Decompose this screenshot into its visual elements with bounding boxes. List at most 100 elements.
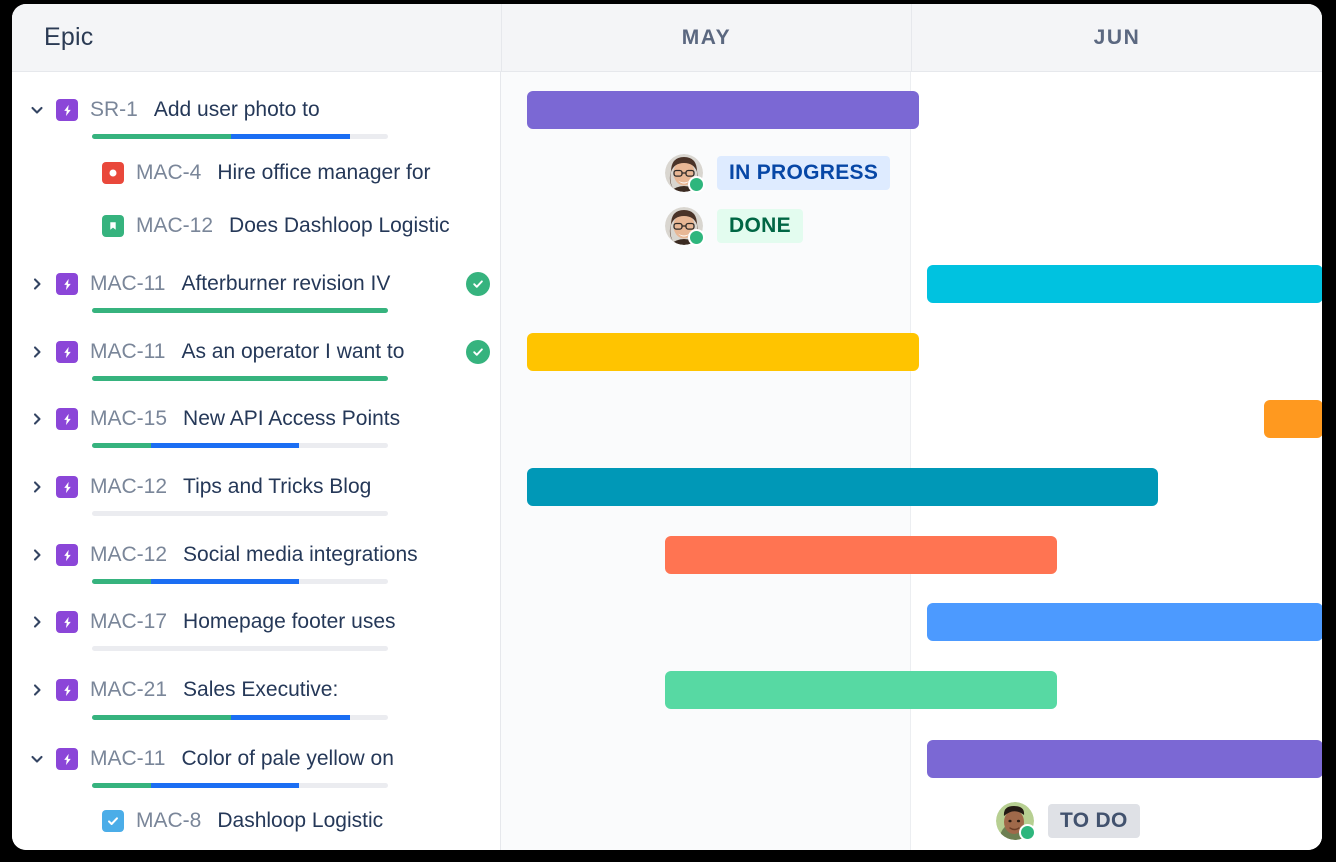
- issue-key[interactable]: MAC-11: [90, 340, 165, 364]
- timeline-bar[interactable]: [927, 603, 1322, 641]
- progress-segment-done: [92, 715, 232, 720]
- issue-summary[interactable]: Color of pale yellow on: [181, 747, 393, 771]
- timeline-pane[interactable]: IN PROGRESS DONE TO DO: [501, 72, 1322, 850]
- issue-summary[interactable]: Hire office manager for: [217, 161, 430, 185]
- issue-key[interactable]: MAC-12: [136, 214, 213, 238]
- issue-key[interactable]: SR-1: [90, 98, 138, 122]
- timeline-status-row: IN PROGRESS: [665, 154, 891, 193]
- issue-summary[interactable]: Social media integrations: [183, 543, 418, 567]
- child-issue-row[interactable]: MAC-8 Dashloop Logistic: [12, 806, 383, 836]
- avatar[interactable]: [665, 207, 705, 246]
- epic-progress-bar: [92, 511, 388, 516]
- issue-key[interactable]: MAC-15: [90, 407, 167, 431]
- issue-summary[interactable]: Sales Executive:: [183, 678, 338, 702]
- issue-key[interactable]: MAC-8: [136, 809, 201, 833]
- progress-segment-done: [92, 579, 152, 584]
- chevron-right-icon[interactable]: [26, 476, 48, 498]
- epic-row[interactable]: MAC-12 Tips and Tricks Blog: [12, 472, 371, 502]
- progress-segment-done: [92, 443, 152, 448]
- issue-summary[interactable]: Homepage footer uses: [183, 610, 395, 634]
- issue-key[interactable]: MAC-21: [90, 678, 167, 702]
- avatar[interactable]: [665, 154, 705, 193]
- epic-row[interactable]: MAC-11 As an operator I want to: [12, 337, 404, 367]
- issue-summary[interactable]: Add user photo to: [154, 98, 320, 122]
- child-indent-spacer: [80, 810, 102, 832]
- issue-summary[interactable]: Afterburner revision IV: [181, 272, 390, 296]
- epic-progress-bar: [92, 715, 388, 720]
- progress-segment-inprogress: [231, 134, 350, 139]
- status-badge[interactable]: DONE: [717, 209, 803, 243]
- epic-row[interactable]: MAC-17 Homepage footer uses: [12, 607, 396, 637]
- bug-icon: [102, 162, 124, 184]
- issue-summary[interactable]: Tips and Tricks Blog: [183, 475, 371, 499]
- task-icon: [102, 810, 124, 832]
- epic-progress-bar: [92, 134, 388, 139]
- child-indent-spacer: [80, 215, 102, 237]
- issue-summary[interactable]: Dashloop Logistic: [217, 809, 383, 833]
- month-label-may: MAY: [681, 25, 732, 49]
- issue-key[interactable]: MAC-11: [90, 272, 165, 296]
- month-label-jun: JUN: [1093, 25, 1141, 49]
- timeline-bar[interactable]: [527, 333, 919, 371]
- status-badge[interactable]: TO DO: [1048, 804, 1140, 838]
- issue-key[interactable]: MAC-12: [90, 543, 167, 567]
- epic-progress-bar: [92, 376, 388, 381]
- epic-row[interactable]: MAC-12 Social media integrations: [12, 540, 418, 570]
- presence-online-indicator: [688, 176, 705, 193]
- timeline-bar[interactable]: [527, 468, 1158, 506]
- epic-icon: [56, 408, 78, 430]
- timeline-body: SR-1 Add user photo to MAC-4 Hire office ma…: [12, 72, 1322, 850]
- presence-online-indicator: [688, 229, 705, 246]
- epic-row[interactable]: MAC-15 New API Access Points: [12, 404, 400, 434]
- child-issue-row[interactable]: MAC-4 Hire office manager for: [12, 158, 431, 188]
- epic-icon: [56, 679, 78, 701]
- child-indent-spacer: [80, 162, 102, 184]
- roadmap-card: Epic MAY JUN SR-1 Add user photo to MAC-4 H…: [12, 4, 1322, 850]
- timeline-bar[interactable]: [927, 265, 1322, 303]
- chevron-right-icon[interactable]: [26, 408, 48, 430]
- progress-segment-done: [92, 376, 388, 381]
- timeline-bar[interactable]: [927, 740, 1322, 778]
- epic-row[interactable]: MAC-11 Color of pale yellow on: [12, 744, 394, 774]
- issue-key[interactable]: MAC-4: [136, 161, 201, 185]
- progress-segment-inprogress: [151, 783, 300, 788]
- chevron-right-icon[interactable]: [26, 611, 48, 633]
- epic-row[interactable]: MAC-11 Afterburner revision IV: [12, 269, 390, 299]
- timeline-bar[interactable]: [1264, 400, 1322, 438]
- column-header-epic-label: Epic: [44, 23, 94, 51]
- issue-key[interactable]: MAC-17: [90, 610, 167, 634]
- epic-icon: [56, 99, 78, 121]
- chevron-down-icon[interactable]: [26, 99, 48, 121]
- epic-row[interactable]: SR-1 Add user photo to: [12, 95, 320, 125]
- timeline-bar[interactable]: [665, 536, 1057, 574]
- timeline-bar[interactable]: [665, 671, 1057, 709]
- column-header-month-may: MAY: [501, 4, 911, 71]
- issue-summary[interactable]: New API Access Points: [183, 407, 400, 431]
- column-header-epic: Epic: [12, 4, 501, 71]
- epic-progress-bar: [92, 443, 388, 448]
- child-issue-row[interactable]: MAC-12 Does Dashloop Logistic: [12, 211, 450, 241]
- epic-list-pane[interactable]: SR-1 Add user photo to MAC-4 Hire office ma…: [12, 72, 501, 850]
- epic-row[interactable]: MAC-21 Sales Executive:: [12, 675, 338, 705]
- issue-key[interactable]: MAC-12: [90, 475, 167, 499]
- issue-key[interactable]: MAC-11: [90, 747, 165, 771]
- epic-icon: [56, 341, 78, 363]
- chevron-right-icon[interactable]: [26, 341, 48, 363]
- epic-progress-bar: [92, 646, 388, 651]
- avatar[interactable]: [996, 802, 1036, 841]
- issue-summary[interactable]: As an operator I want to: [181, 340, 404, 364]
- epic-done-badge: [466, 340, 490, 364]
- issue-summary[interactable]: Does Dashloop Logistic: [229, 214, 450, 238]
- progress-segment-inprogress: [231, 715, 350, 720]
- timeline-status-row: TO DO: [996, 802, 1140, 841]
- epic-icon: [56, 544, 78, 566]
- column-header-month-jun: JUN: [911, 4, 1322, 71]
- epic-icon: [56, 748, 78, 770]
- chevron-right-icon[interactable]: [26, 679, 48, 701]
- chevron-right-icon[interactable]: [26, 273, 48, 295]
- chevron-right-icon[interactable]: [26, 544, 48, 566]
- progress-segment-inprogress: [151, 443, 300, 448]
- timeline-bar[interactable]: [527, 91, 919, 129]
- status-badge[interactable]: IN PROGRESS: [717, 156, 891, 190]
- chevron-down-icon[interactable]: [26, 748, 48, 770]
